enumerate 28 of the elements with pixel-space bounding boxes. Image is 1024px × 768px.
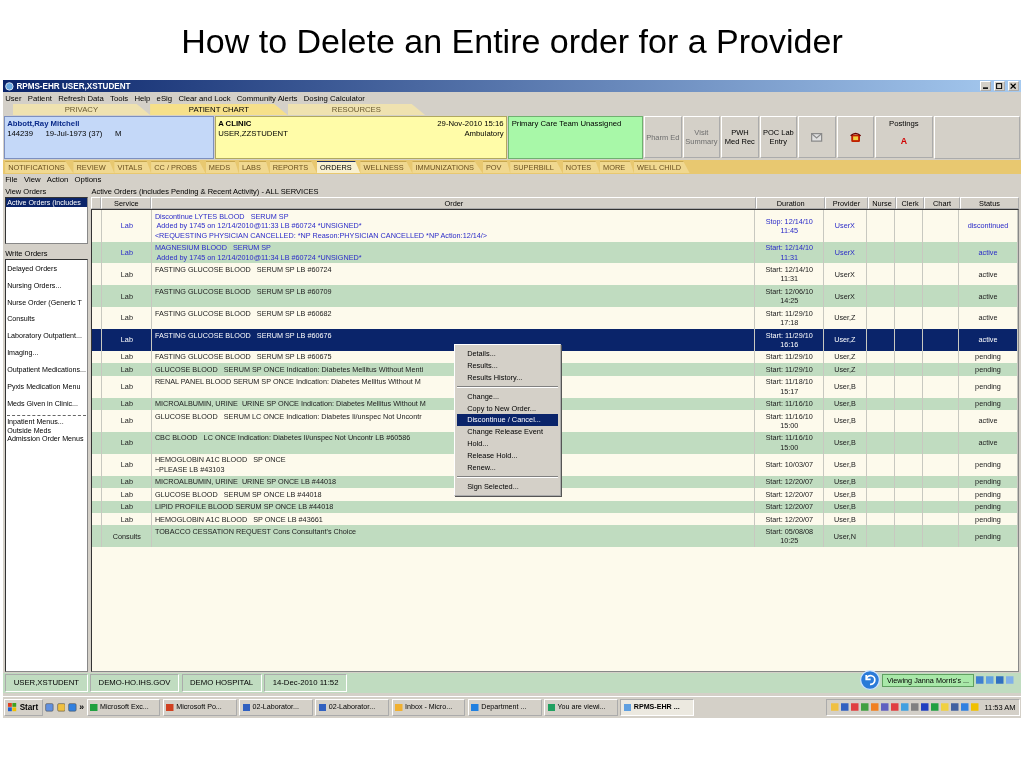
phone-button[interactable]: [836, 115, 875, 159]
maximize-button[interactable]: [993, 81, 1006, 92]
column-header: [91, 196, 102, 210]
browser-icon[interactable]: [67, 703, 77, 712]
app-icon: [90, 703, 98, 712]
app-icon: [5, 81, 14, 91]
postings-value: A: [900, 135, 908, 146]
slide-title: How to Delete an Entire order for a Provider: [181, 22, 843, 62]
app-icon: [166, 703, 174, 712]
desktop-icon[interactable]: [45, 703, 55, 712]
windows-logo-icon: [8, 703, 18, 712]
envelope-icon: [811, 132, 823, 142]
phone-icon: [849, 131, 861, 143]
close-icon: [1010, 83, 1017, 90]
app-icon: [395, 703, 403, 712]
window-title: RPMS-EHR USER,XSTUDENT: [16, 81, 132, 91]
maximize-icon: [996, 83, 1003, 90]
toolbar-icons-drawing: [976, 675, 1014, 685]
close-button[interactable]: [1007, 81, 1019, 92]
more-label[interactable]: »: [79, 702, 84, 713]
minimize-button[interactable]: [980, 81, 992, 92]
app-icon: [547, 703, 555, 712]
folder-icon[interactable]: [56, 703, 66, 712]
app-icon: [623, 703, 632, 712]
app-icon: [471, 703, 479, 712]
app-icon: [242, 703, 250, 712]
start-button[interactable]: Start: [3, 698, 43, 717]
app-icon: [318, 703, 327, 712]
